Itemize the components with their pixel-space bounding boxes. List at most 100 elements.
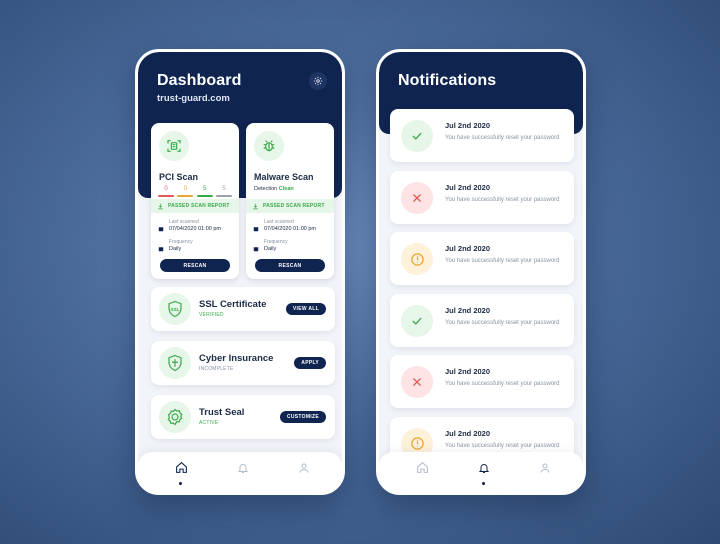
service-status: INCOMPLETE [199, 366, 234, 372]
site-domain: trust-guard.com [157, 93, 230, 104]
notification-date: Jul 2nd 2020 [445, 428, 491, 438]
score-high: 0 [177, 186, 194, 197]
score-value: 0 [183, 186, 187, 192]
bell-icon [237, 461, 249, 479]
notification-date: Jul 2nd 2020 [445, 244, 491, 253]
notification-date: Jul 2nd 2020 [445, 121, 491, 130]
pci-score-row: 0 0 5 5 [158, 186, 232, 197]
detection-row: Detection Clean [254, 186, 294, 192]
frequency-row: Frequency Daily [253, 239, 288, 257]
gear-icon [313, 74, 323, 89]
nav-notifications[interactable] [476, 462, 492, 478]
service-title: SSL Certificate [199, 299, 267, 310]
page-title: Notifications [398, 72, 497, 89]
notification-card[interactable]: Jul 2nd 2020 You have successfully reset … [390, 293, 574, 347]
bug-icon [254, 131, 284, 161]
notification-message: You have successfully reset your passwor… [445, 258, 560, 264]
notification-message: You have successfully reset your passwor… [445, 196, 560, 203]
calendar-icon [253, 219, 259, 237]
view-all-button[interactable]: VIEW ALL [285, 303, 326, 315]
malware-scan-title: Malware Scan [254, 172, 314, 182]
scan-icon [159, 131, 189, 161]
frequency-row: Frequency Daily [158, 239, 193, 257]
notifications-phone: Notifications Jul 2nd 2020 You have succe… [376, 49, 586, 495]
page-title: Dashboard [157, 72, 242, 89]
calendar-icon [253, 239, 259, 257]
score-value: 5 [202, 186, 207, 192]
frequency-label: Frequency [169, 239, 193, 245]
passed-scan-report-link[interactable]: PASSED SCAN REPORT [246, 199, 334, 213]
nav-profile[interactable] [537, 462, 553, 478]
service-status: VERIFIED [199, 312, 224, 318]
close-icon [401, 181, 433, 214]
dashboard-screen: Dashboard trust-guard.com PCI Scan 0 0 5… [138, 52, 342, 492]
nav-home[interactable] [414, 461, 430, 478]
check-icon [401, 120, 433, 152]
frequency-label: Frequency [264, 239, 288, 245]
passed-scan-report-link[interactable]: PASSED SCAN REPORT [151, 199, 239, 213]
notification-date: Jul 2nd 2020 [445, 305, 491, 315]
bottom-nav [379, 452, 583, 492]
download-icon [157, 197, 164, 215]
ssl-certificate-card[interactable]: SSL SSL Certificate VERIFIED VIEW ALL [151, 287, 335, 331]
user-icon [298, 461, 310, 479]
detection-status: Clean [278, 186, 294, 192]
notification-card[interactable]: Jul 2nd 2020 You have successfully reset … [390, 232, 574, 285]
cyber-insurance-card[interactable]: Cyber Insurance INCOMPLETE APPLY [151, 341, 335, 385]
check-icon [401, 304, 433, 337]
notification-message: You have successfully reset your passwor… [445, 381, 560, 387]
service-title: Cyber Insurance [199, 353, 274, 364]
dashboard-phone: Dashboard trust-guard.com PCI Scan 0 0 5… [135, 49, 345, 495]
nav-profile[interactable] [296, 462, 312, 478]
ssl-badge-icon: SSL [159, 293, 191, 325]
calendar-icon [158, 219, 164, 237]
seal-icon [159, 401, 191, 433]
last-scanned-value: 07/04/2020 01:00 pm [169, 226, 221, 232]
home-icon [175, 461, 188, 479]
service-title: Trust Seal [199, 407, 245, 418]
frequency-value: Daily [264, 246, 277, 252]
notification-message: You have successfully reset your passwor… [445, 319, 560, 326]
customize-button[interactable]: CUSTOMIZE [279, 411, 326, 423]
notification-date: Jul 2nd 2020 [445, 367, 491, 376]
pci-scan-title: PCI Scan [159, 172, 199, 182]
close-icon [401, 366, 433, 398]
download-icon [252, 197, 259, 215]
last-scanned-row: Last scanned 07/04/2020 01:00 pm [158, 219, 221, 237]
malware-scan-card[interactable]: Malware Scan Detection Clean PASSED SCAN… [246, 123, 334, 279]
notifications-screen: Notifications Jul 2nd 2020 You have succe… [379, 52, 583, 492]
active-indicator [482, 482, 485, 485]
bell-icon [478, 461, 490, 479]
passed-scan-label: PASSED SCAN REPORT [263, 203, 325, 209]
svg-text:SSL: SSL [171, 307, 180, 312]
score-value: 0 [164, 186, 168, 192]
last-scanned-label: Last scanned [169, 219, 199, 225]
notification-date: Jul 2nd 2020 [445, 182, 491, 192]
pci-scan-card[interactable]: PCI Scan 0 0 5 5 PASSED SCAN REPORT Last… [151, 123, 239, 279]
alert-icon [401, 243, 433, 275]
pci-rescan-button[interactable]: RESCAN [160, 259, 230, 272]
score-bar [196, 195, 213, 197]
notification-card[interactable]: Jul 2nd 2020 You have successfully reset … [390, 170, 574, 224]
calendar-icon [158, 239, 164, 257]
notification-card[interactable]: Jul 2nd 2020 You have successfully reset … [390, 109, 574, 162]
detection-label: Detection [254, 186, 278, 192]
settings-button[interactable] [309, 72, 327, 90]
notification-message: You have successfully reset your passwor… [445, 135, 560, 141]
last-scanned-label: Last scanned [264, 219, 294, 225]
score-low: 5 [215, 186, 232, 197]
last-scanned-value: 07/04/2020 01:00 pm [264, 226, 316, 232]
last-scanned-row: Last scanned 07/04/2020 01:00 pm [253, 219, 316, 237]
nav-home[interactable] [173, 461, 189, 479]
apply-button[interactable]: APPLY [294, 357, 326, 369]
active-indicator [179, 482, 182, 485]
malware-rescan-button[interactable]: RESCAN [255, 259, 325, 272]
passed-scan-label: PASSED SCAN REPORT [168, 203, 230, 209]
notification-card[interactable]: Jul 2nd 2020 You have successfully reset … [390, 355, 574, 408]
trust-seal-card[interactable]: Trust Seal ACTIVE CUSTOMIZE [151, 395, 335, 439]
score-medium: 5 [196, 186, 213, 197]
nav-notifications[interactable] [235, 462, 251, 478]
frequency-value: Daily [169, 246, 182, 252]
score-bar [177, 195, 194, 197]
user-icon [539, 461, 551, 479]
